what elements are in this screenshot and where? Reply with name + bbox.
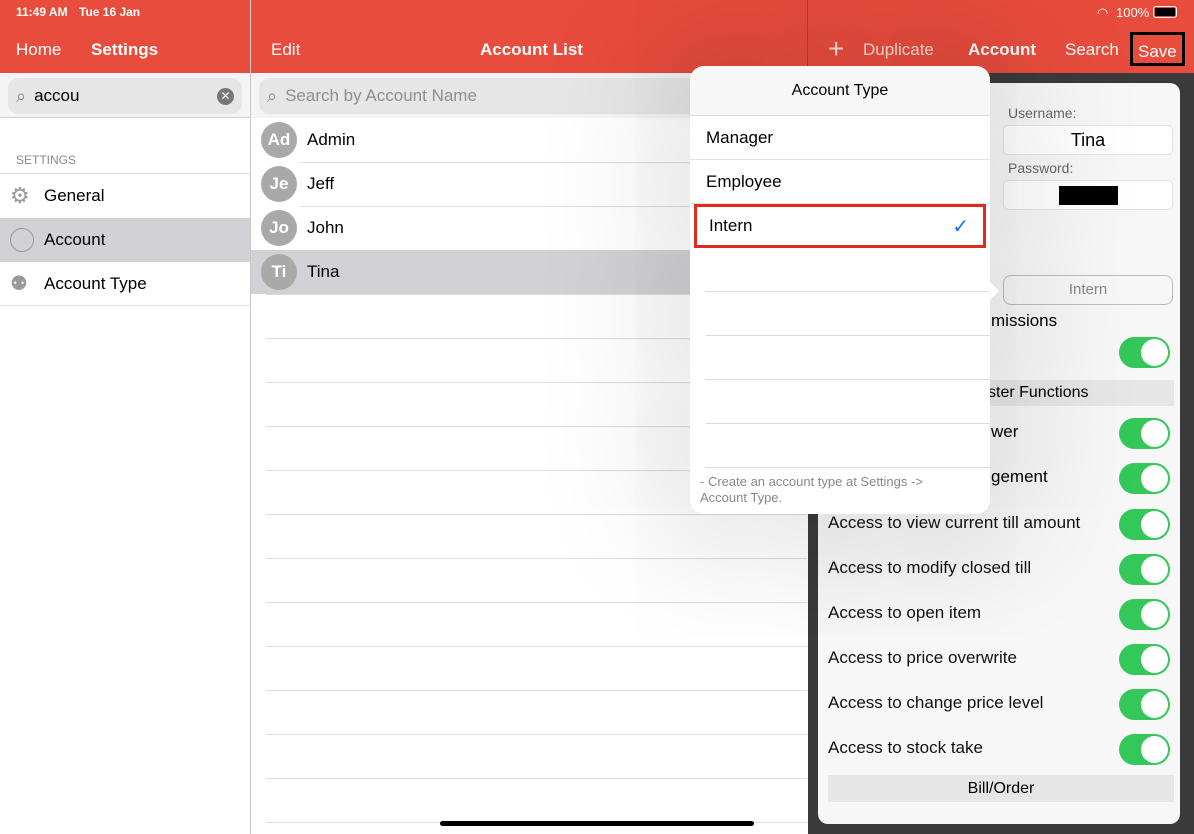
master-functions-header: ster Functions xyxy=(988,384,1089,401)
username-label: Username: xyxy=(1008,105,1077,121)
password-field[interactable] xyxy=(1003,180,1173,210)
permission-label: Access to view current till amount xyxy=(828,513,1081,532)
permission-label: wer xyxy=(991,422,1019,441)
permission-label: Access to stock take xyxy=(828,738,983,757)
account-type-option[interactable]: Intern ✓ xyxy=(694,204,986,248)
permission-label: gement xyxy=(991,467,1048,486)
account-type-popover: Account Type Manager Employee Intern ✓ - Cr… xyxy=(690,66,990,514)
person-icon xyxy=(10,228,34,252)
person-gear-icon: ⚉ xyxy=(10,273,28,295)
page-title: Settings xyxy=(91,40,159,59)
toggle[interactable] xyxy=(1119,463,1170,494)
account-type-button[interactable]: Intern xyxy=(1003,275,1173,305)
account-list-title: Account List xyxy=(480,40,583,59)
permission-toggle[interactable] xyxy=(1119,689,1170,720)
sidebar-item-label: Account xyxy=(44,230,106,249)
permission-toggle[interactable] xyxy=(1119,554,1170,585)
account-name: Admin xyxy=(307,130,356,149)
account-name: Jeff xyxy=(307,174,335,193)
permission-toggle[interactable] xyxy=(1119,644,1170,675)
status-time: 11:49 AM xyxy=(16,5,68,19)
sidebar-item-label: Account Type xyxy=(44,273,147,293)
permission-toggle[interactable] xyxy=(1119,734,1170,765)
battery-level: 100% xyxy=(1116,5,1150,20)
sidebar-item-label: General xyxy=(44,186,105,205)
permission-toggle[interactable] xyxy=(1119,599,1170,630)
account-title: Account xyxy=(968,40,1036,59)
account-type-option[interactable]: Employee xyxy=(690,160,990,204)
permission-label: Access to open item xyxy=(828,603,982,622)
option-label: Employee xyxy=(706,171,782,191)
section-header: SETTINGS xyxy=(16,153,77,167)
account-name: John xyxy=(307,218,344,237)
save-button[interactable]: Save xyxy=(1130,32,1185,66)
home-indicator xyxy=(440,821,754,826)
add-icon[interactable]: + xyxy=(828,33,844,65)
toggle[interactable] xyxy=(1119,337,1170,368)
permission-label: Access to change price level xyxy=(828,693,1044,712)
home-button[interactable]: Home xyxy=(16,40,61,60)
avatar: Ad xyxy=(261,122,297,158)
status-date: Tue 16 Jan xyxy=(79,5,141,19)
account-name: Tina xyxy=(307,262,340,281)
account-type-option[interactable]: Manager xyxy=(690,116,990,160)
avatar: Jo xyxy=(261,210,297,246)
search-placeholder: Search by Account Name xyxy=(285,86,477,105)
edit-button[interactable]: Edit xyxy=(271,40,300,60)
search-button[interactable]: Search xyxy=(1065,40,1119,60)
checkmark-icon: ✓ xyxy=(952,215,969,238)
search-value: accou xyxy=(34,86,80,105)
gear-icon: ⚙ xyxy=(10,183,30,208)
popover-arrow xyxy=(989,281,999,301)
bill-order-header: Bill/Order xyxy=(828,775,1174,802)
battery-icon xyxy=(1153,6,1177,18)
permission-label: Access to modify closed till xyxy=(828,558,1032,577)
search-icon: ⌕ xyxy=(16,85,27,106)
username-field[interactable]: Tina xyxy=(1003,125,1173,155)
wifi-icon: ◠ xyxy=(1097,5,1109,20)
duplicate-button[interactable]: Duplicate xyxy=(863,40,934,60)
settings-search-input[interactable]: ⌕ accou ✕ xyxy=(8,78,242,114)
clear-icon[interactable]: ✕ xyxy=(217,87,234,105)
sidebar-item-account[interactable]: Account xyxy=(0,218,250,262)
sidebar-item-general[interactable]: ⚙ General xyxy=(0,174,250,218)
permission-label: Access to price overwrite xyxy=(828,648,1017,667)
permissions-heading: missions xyxy=(991,311,1058,330)
toggle[interactable] xyxy=(1119,418,1170,449)
option-label: Intern xyxy=(709,216,753,235)
search-icon: ⌕ xyxy=(267,85,278,106)
avatar: Ti xyxy=(261,254,297,290)
password-label: Password: xyxy=(1008,160,1074,176)
top-bar xyxy=(0,0,1194,73)
popover-footer: - Create an account type at Settings -> … xyxy=(700,474,923,505)
option-label: Manager xyxy=(706,127,774,147)
permission-toggle[interactable] xyxy=(1119,509,1170,540)
avatar: Je xyxy=(261,166,297,202)
popover-title: Account Type xyxy=(690,66,990,116)
sidebar-item-account-type[interactable]: ⚉ Account Type xyxy=(0,262,250,306)
